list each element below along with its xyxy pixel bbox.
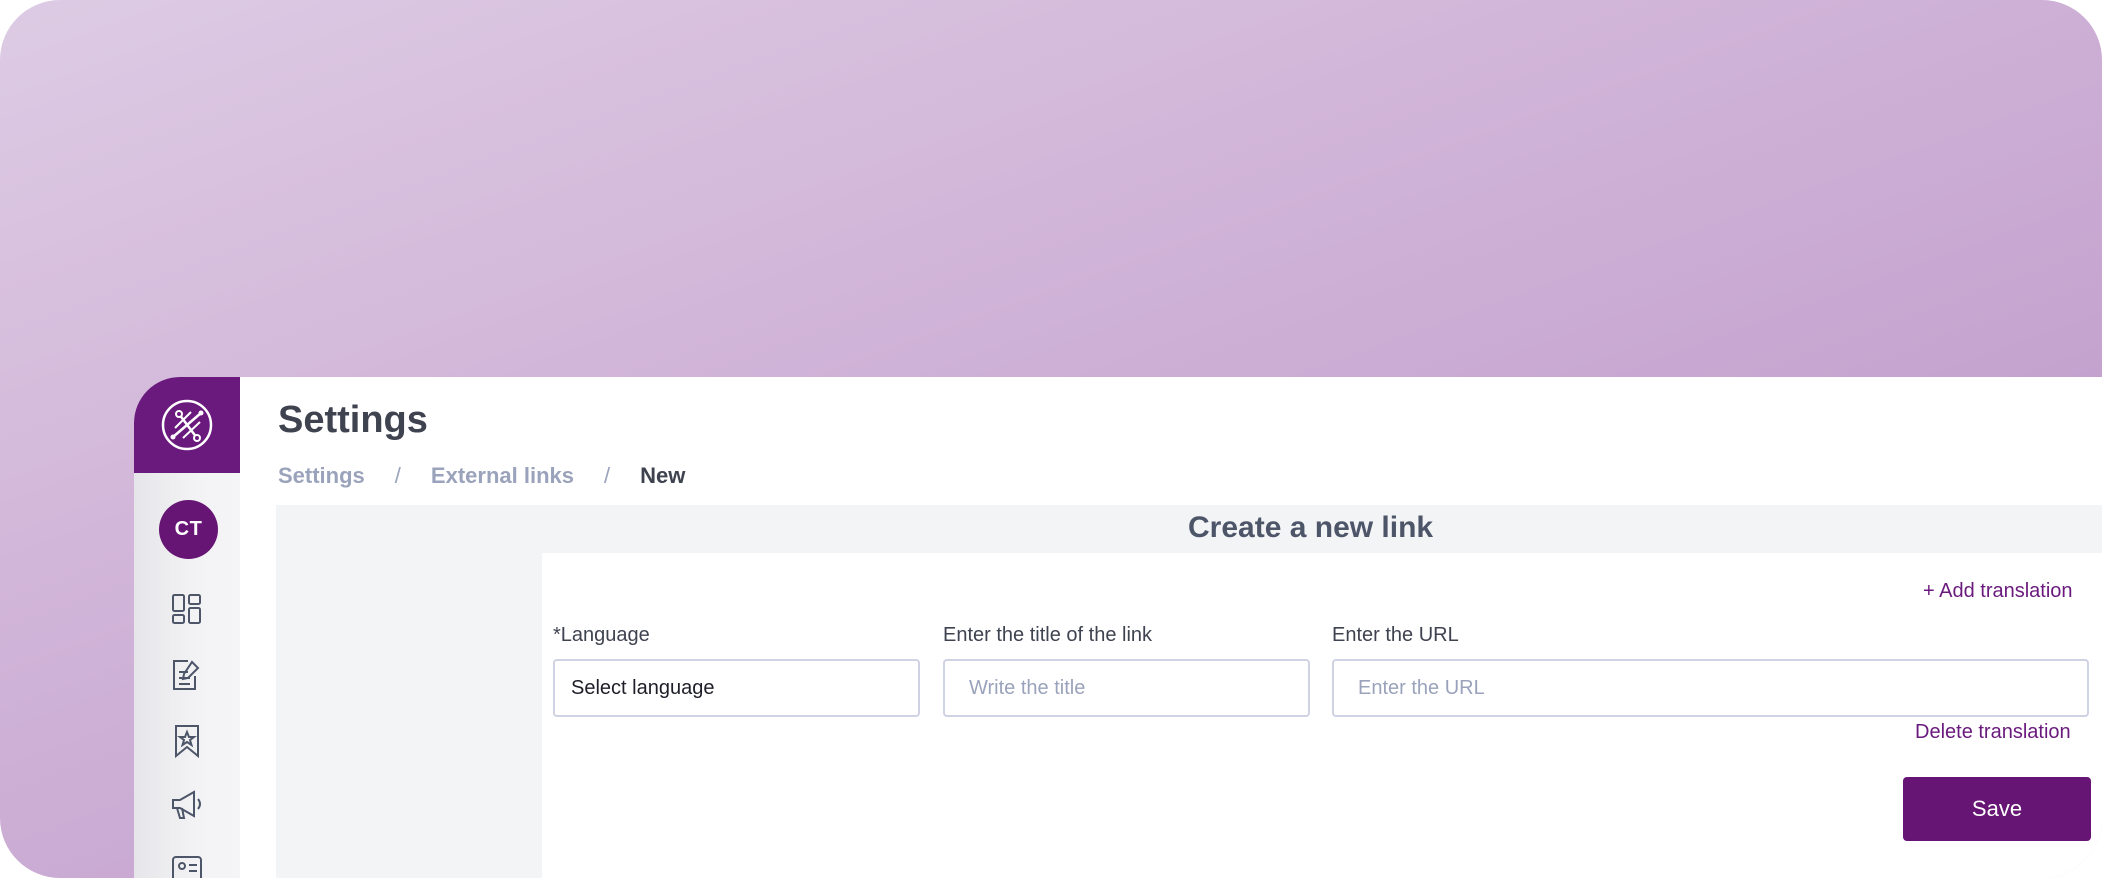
logo[interactable] <box>134 377 240 473</box>
edit-note-icon[interactable] <box>169 657 205 693</box>
url-input[interactable] <box>1332 659 2089 717</box>
delete-translation-link[interactable]: Delete translation <box>1915 721 2071 744</box>
megaphone-icon[interactable] <box>169 787 205 823</box>
form-heading: Create a new link <box>1188 511 1434 544</box>
breadcrumb-external-links[interactable]: External links <box>431 463 574 489</box>
breadcrumb-separator: / <box>394 463 401 488</box>
bookmark-star-icon[interactable] <box>169 723 205 759</box>
contact-card-icon[interactable] <box>169 851 205 878</box>
breadcrumb-new: New <box>640 463 686 488</box>
desktop-background: CT Settings Settings / External links / … <box>0 0 2102 878</box>
page-title: Settings <box>278 399 428 441</box>
network-logo-icon <box>161 399 213 451</box>
breadcrumb-settings[interactable]: Settings <box>278 463 365 489</box>
sidebar: CT <box>134 377 240 878</box>
app-window: CT Settings Settings / External links / … <box>134 377 2102 878</box>
url-label: Enter the URL <box>1332 624 1459 646</box>
avatar[interactable]: CT <box>159 500 218 559</box>
language-label: *Language <box>553 624 650 646</box>
add-translation-link[interactable]: + Add translation <box>1923 580 2073 603</box>
language-select-value: Select language <box>571 676 715 699</box>
title-label: Enter the title of the link <box>943 624 1153 646</box>
avatar-initials: CT <box>174 518 203 540</box>
language-select[interactable]: Select language <box>553 659 920 717</box>
dashboard-icon[interactable] <box>169 591 205 627</box>
title-input[interactable] <box>943 659 1310 717</box>
save-button[interactable]: Save <box>1903 777 2091 841</box>
breadcrumb-separator: / <box>604 463 611 488</box>
breadcrumb: Settings / External links / New <box>278 463 685 489</box>
